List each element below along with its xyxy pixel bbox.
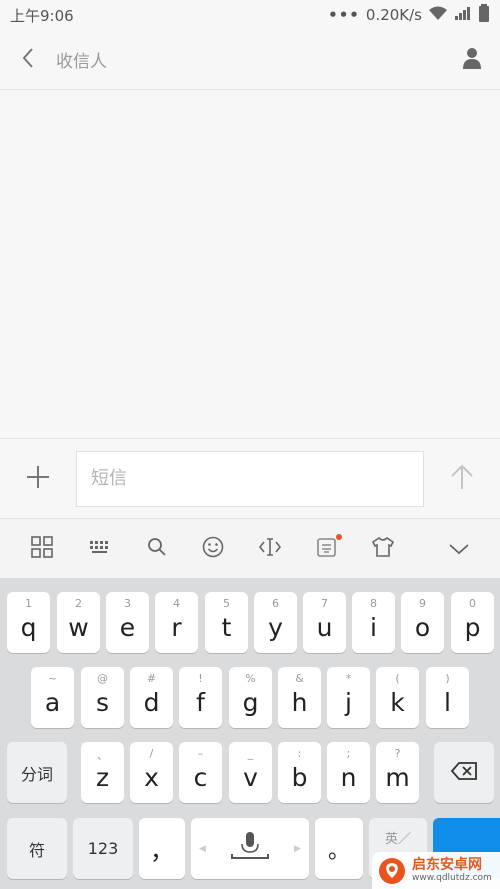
watermark: 启东安卓网 www.qdlutdz.com [372, 852, 500, 889]
key-p[interactable]: 0p [451, 592, 494, 653]
grid-menu-icon [31, 536, 53, 562]
key-c[interactable]: – c [179, 742, 222, 803]
wifi-icon [428, 5, 448, 25]
emoji-icon [202, 536, 224, 562]
key-r[interactable]: 4r [155, 592, 198, 653]
key-h[interactable]: & h [278, 667, 321, 728]
watermark-title: 启东安卓网 [412, 857, 482, 873]
segment-key[interactable]: 分词 [7, 742, 67, 803]
key-x[interactable]: / x [130, 742, 173, 803]
sms-input[interactable] [76, 450, 424, 507]
key-e[interactable]: 3e [106, 592, 149, 653]
status-right: ••• 0.20K/s [328, 4, 490, 26]
status-bar: 上午9:06 ••• 0.20K/s [0, 0, 500, 30]
space-key[interactable]: ◀ ▶ [191, 818, 309, 879]
status-dots: ••• [328, 6, 360, 24]
comma-key[interactable]: ， [139, 818, 185, 879]
space-right-caret: ▶ [294, 844, 301, 854]
key-i[interactable]: 8i [352, 592, 395, 653]
key-y[interactable]: 6y [254, 592, 297, 653]
backspace-icon [450, 761, 478, 785]
send-button[interactable] [424, 439, 500, 519]
sticker-icon [317, 534, 342, 561]
period-key[interactable]: 。 [315, 818, 363, 879]
key-j[interactable]: * j [327, 667, 370, 728]
key-u[interactable]: 7u [303, 592, 346, 653]
back-button[interactable] [0, 30, 56, 90]
watermark-logo-icon [378, 857, 406, 885]
signal-icon [454, 6, 472, 24]
numeric-key[interactable]: 123 [73, 818, 133, 879]
battery-icon [478, 4, 490, 26]
key-b[interactable]: :b [278, 742, 321, 803]
grid-menu-button[interactable] [22, 529, 62, 569]
key-q[interactable]: 1q [7, 592, 50, 653]
watermark-url: www.qdlutdz.com [412, 873, 492, 883]
message-area [0, 90, 500, 438]
send-arrow-icon [450, 464, 474, 494]
key-f[interactable]: ! f [179, 667, 222, 728]
backspace-key[interactable] [434, 742, 494, 803]
emoji-button[interactable] [193, 529, 233, 569]
header-bar: 收信人 [0, 30, 500, 90]
back-arrow-icon [21, 47, 35, 73]
keyboard-switch-button[interactable] [80, 529, 120, 569]
keyboard-icon [89, 539, 111, 559]
key-z[interactable]: 、 z [81, 742, 124, 803]
collapse-keyboard-button[interactable] [439, 529, 479, 569]
microphone-icon [228, 830, 272, 868]
status-time: 上午9:06 [10, 6, 74, 25]
key-v[interactable]: _ v [229, 742, 272, 803]
key-d[interactable]: # d [130, 667, 173, 728]
search-button[interactable] [137, 529, 177, 569]
key-o[interactable]: 9o [401, 592, 444, 653]
recipient-field[interactable]: 收信人 [56, 47, 444, 72]
key-w[interactable]: 2w [57, 592, 100, 653]
sticker-button[interactable] [307, 529, 347, 569]
net-speed: 0.20K/s [365, 6, 422, 24]
watermark-text: 启东安卓网 www.qdlutdz.com [412, 857, 492, 884]
plus-icon [26, 465, 50, 493]
search-icon [147, 537, 167, 561]
attach-button[interactable] [0, 439, 76, 519]
contact-person-icon [462, 47, 482, 73]
keyboard: 1q 2w 3e 4r 5t 6y 7u 8i 9o 0p ~ a @ s # d !… [0, 578, 500, 889]
contact-picker-button[interactable] [444, 30, 500, 90]
cursor-button[interactable] [250, 529, 290, 569]
cursor-icon [258, 537, 282, 561]
key-l[interactable]: ) l [426, 667, 469, 728]
symbol-key[interactable]: 符 [7, 818, 67, 879]
compose-bar [0, 438, 500, 518]
keyboard-toolbar [0, 518, 500, 578]
key-k[interactable]: (k [376, 667, 419, 728]
key-g[interactable]: % g [229, 667, 272, 728]
key-a[interactable]: ~ a [31, 667, 74, 728]
key-t[interactable]: 5t [205, 592, 248, 653]
skin-tshirt-icon [371, 536, 395, 561]
chevron-down-icon [448, 540, 470, 559]
skin-button[interactable] [363, 529, 403, 569]
key-s[interactable]: @ s [81, 667, 124, 728]
key-m[interactable]: ? m [376, 742, 419, 803]
space-left-caret: ◀ [199, 844, 206, 854]
notify-dot [336, 534, 342, 540]
key-n[interactable]: ; n [327, 742, 370, 803]
